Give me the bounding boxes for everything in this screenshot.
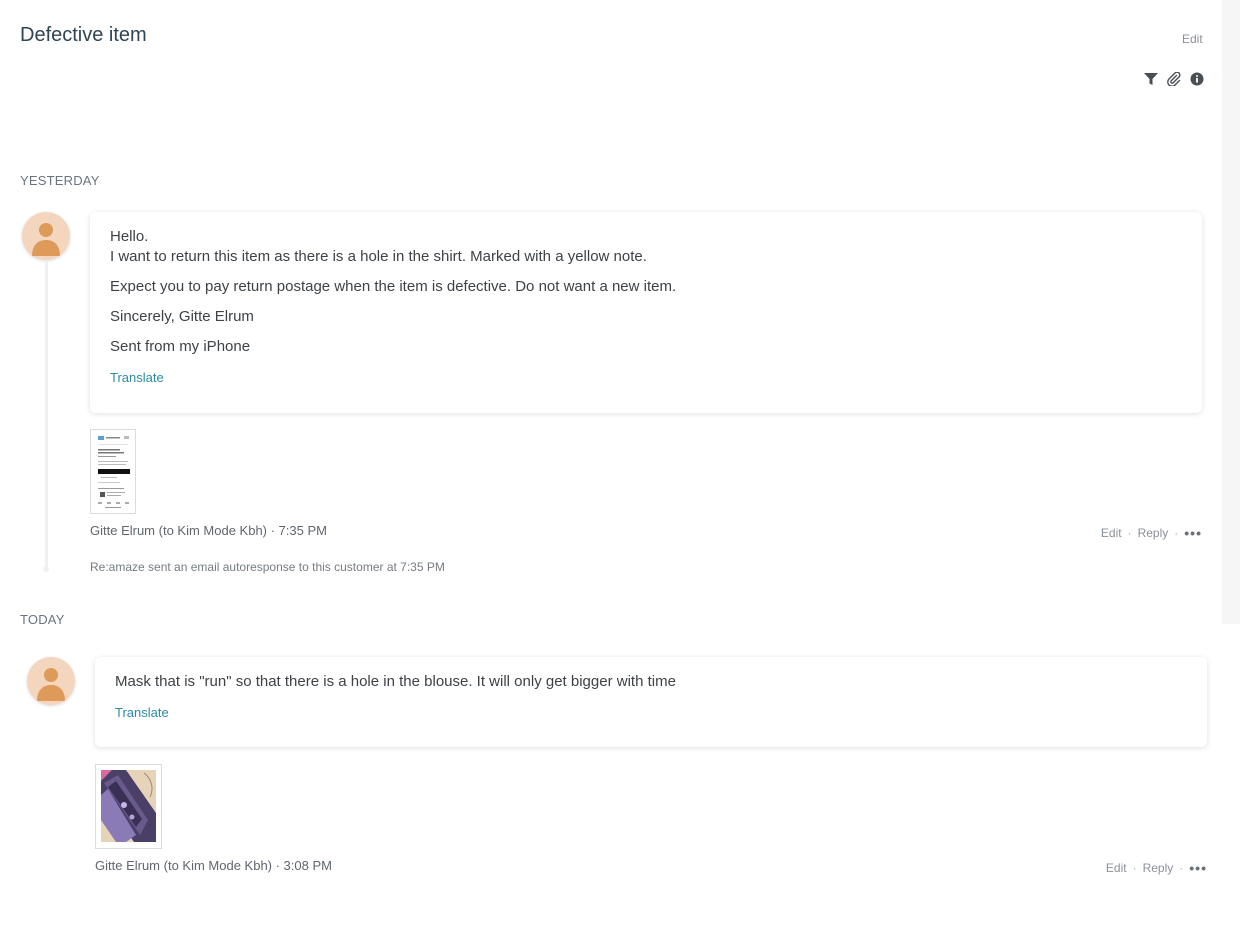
message-text: Mask that is "run" so that there is a ho… (115, 673, 676, 690)
message-actions: Edit · Reply · ••• (1106, 860, 1207, 876)
translate-link[interactable]: Translate (115, 705, 169, 720)
separator: · (1127, 526, 1132, 540)
timeline-dot (43, 566, 49, 572)
paperclip-icon[interactable] (1166, 71, 1182, 87)
more-options-icon[interactable]: ••• (1184, 525, 1202, 541)
attachment-thumbnail[interactable] (95, 764, 162, 849)
separator: · (1179, 861, 1184, 875)
timeline-line (45, 262, 48, 568)
avatar (27, 657, 75, 705)
translate-link[interactable]: Translate (110, 370, 164, 385)
message-meta: Gitte Elrum (to Kim Mode Kbh) · 7:35 PM (90, 523, 327, 538)
more-options-icon[interactable]: ••• (1189, 860, 1207, 876)
reply-link[interactable]: Reply (1143, 861, 1174, 875)
attachment-thumbnail[interactable] (90, 429, 136, 514)
reply-link[interactable]: Reply (1138, 526, 1169, 540)
day-divider-today: TODAY (20, 612, 65, 627)
message-bubble: Mask that is "run" so that there is a ho… (95, 657, 1207, 747)
message-text: Sincerely, Gitte Elrum (110, 308, 254, 325)
document-preview-icon (91, 430, 135, 513)
message-text: Hello. (110, 228, 149, 245)
autoresponse-notice: Re:amaze sent an email autoresponse to t… (90, 560, 445, 574)
edit-message-link[interactable]: Edit (1106, 861, 1127, 875)
message-text: I want to return this item as there is a… (110, 248, 647, 265)
avatar (22, 212, 70, 260)
edit-message-link[interactable]: Edit (1101, 526, 1122, 540)
edit-title-link[interactable]: Edit (1182, 32, 1203, 46)
photo-preview-icon (96, 765, 161, 848)
message-bubble: Hello. I want to return this item as the… (90, 212, 1202, 413)
separator: · (1174, 526, 1179, 540)
day-divider-yesterday: YESTERDAY (20, 173, 100, 188)
message-text: Sent from my iPhone (110, 338, 251, 355)
conversation-toolbar (1143, 71, 1205, 87)
info-icon[interactable] (1189, 71, 1205, 87)
message-meta: Gitte Elrum (to Kim Mode Kbh) · 3:08 PM (95, 858, 332, 873)
separator: · (1132, 861, 1137, 875)
message-actions: Edit · Reply · ••• (1101, 525, 1202, 541)
user-icon (32, 223, 60, 256)
message-text: Expect you to pay return postage when th… (110, 278, 677, 295)
scrollbar-track[interactable] (1222, 0, 1240, 624)
user-icon (37, 668, 65, 701)
filter-icon[interactable] (1143, 71, 1159, 87)
conversation-title: Defective item (20, 24, 147, 46)
